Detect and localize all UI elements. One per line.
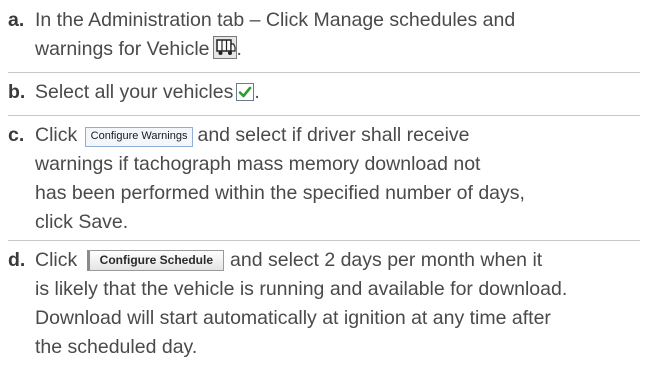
step-body: In the Administration tab – Click Manage… [35, 6, 640, 64]
step-text-line: In the Administration tab – Click Manage… [35, 9, 516, 31]
step-text-line: Click Configure Schedule and select 2 day… [35, 246, 640, 275]
step-letter: b. [8, 81, 26, 103]
divider [8, 72, 640, 73]
checkbox-checked-icon [236, 83, 255, 101]
instructions-page: a. In the Administration tab – Click Man… [0, 0, 649, 373]
step-text-line: the scheduled day. [35, 336, 198, 358]
step-text-line: is likely that the vehicle is running an… [35, 278, 568, 300]
step-body: Click Configure Schedule and select 2 day… [35, 246, 640, 362]
step-a: a. In the Administration tab – Click Man… [8, 6, 640, 64]
divider [8, 240, 640, 241]
step-text-line: Download will start automatically at ign… [35, 307, 551, 329]
step-text-line: warnings if tachograph mass memory downl… [35, 153, 481, 175]
step-c: c. Click Configure Warnings and select if… [8, 121, 640, 237]
step-text: Click [35, 249, 78, 271]
divider [8, 115, 640, 116]
step-text-line: click Save. [35, 211, 129, 233]
step-text-end: . [236, 38, 242, 60]
step-text-line: Select all your vehicles . [35, 78, 640, 107]
configure-warnings-button[interactable]: Configure Warnings [84, 127, 194, 147]
step-text-line: has been performed within the specified … [35, 182, 525, 204]
step-text-line: warnings for Vehicle . [35, 35, 640, 64]
step-letter: a. [8, 9, 25, 31]
step-d: d. Click Configure Schedule and select 2 … [8, 246, 640, 362]
step-text: and select if driver shall receive [197, 124, 470, 146]
step-text: and select 2 days per month when it [230, 249, 543, 271]
vehicle-icon [212, 36, 237, 59]
step-body: Select all your vehicles . [35, 78, 640, 107]
step-b: b. Select all your vehicles . [8, 78, 640, 107]
step-text-end: . [254, 81, 260, 103]
step-body: Click Configure Warnings and select if dr… [35, 121, 640, 237]
step-text: Click [35, 124, 78, 146]
step-letter: c. [8, 124, 25, 146]
step-letter: d. [8, 249, 26, 271]
step-text: Select all your vehicles [35, 81, 234, 103]
step-text-line: Click Configure Warnings and select if dr… [35, 121, 640, 150]
step-text: warnings for Vehicle [35, 38, 210, 60]
configure-schedule-button[interactable]: Configure Schedule [86, 250, 225, 271]
